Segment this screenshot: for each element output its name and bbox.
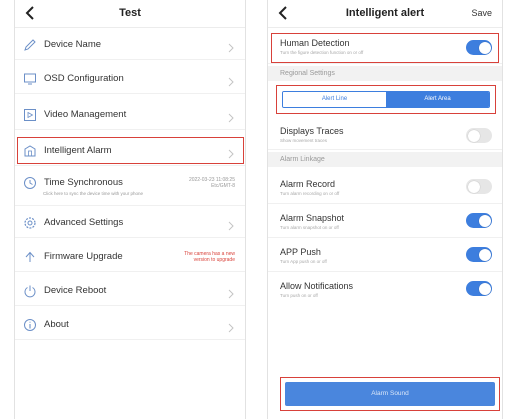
alarm-linkage-header: Alarm Linkage [268,152,502,167]
chevron-right-icon [228,286,234,298]
alarm-snapshot-row: Alarm Snapshot Turn alarm snapshot on or… [268,204,502,238]
clock-icon [23,176,37,190]
allow-notifications-label: Allow Notifications [280,281,354,291]
menu-item-video-management[interactable]: Video Management [15,100,245,130]
chevron-right-icon [228,40,234,52]
menu-item-device-name[interactable]: Device Name [15,30,245,60]
menu-item-label: Device Name [44,39,102,50]
menu-item-label: Device Reboot [44,285,107,296]
alarm-snapshot-hint: Turn alarm snapshot on or off [280,225,339,230]
gear-icon [23,216,37,230]
app-push-toggle[interactable] [466,247,492,262]
allow-notifications-toggle[interactable] [466,281,492,296]
alarm-snapshot-toggle[interactable] [466,213,492,228]
chevron-right-icon [228,320,234,332]
menu-item-label: Advanced Settings [44,217,124,228]
menu-item-time-synchronous[interactable]: Time Synchronous 2022-03-23 11:08:25 Etc… [15,168,245,206]
intelligent-alert-screen: Intelligent alert Save Human Detection T… [267,0,503,419]
menu-item-label: Video Management [44,109,127,120]
info-icon [23,318,37,332]
page-title: Test [119,7,141,19]
video-file-icon [23,108,37,122]
top-bar: Intelligent alert Save [268,0,502,28]
current-time: 2022-03-23 11:08:25 Etc/GMT-8 [189,177,235,189]
chevron-right-icon [228,218,234,230]
notice-line2: version to upgrade [193,257,235,263]
time-line2: Etc/GMT-8 [211,183,235,189]
pencil-icon [23,38,37,52]
menu-item-label: About [44,319,69,330]
highlight-box [276,85,496,114]
monitor-icon [23,72,37,86]
app-push-hint: Turn App push on or off [280,259,327,264]
displays-traces-hint: Show movement traces [280,138,328,143]
menu-item-osd-configuration[interactable]: OSD Configuration [15,64,245,94]
top-bar: Test [15,0,245,28]
regional-settings-header: Regional Settings [268,66,502,81]
chevron-right-icon [228,74,234,86]
displays-traces-label: Displays Traces [280,126,344,136]
allow-notifications-row: Allow Notifications Turn push on or off [268,272,502,306]
alarm-snapshot-label: Alarm Snapshot [280,213,345,223]
menu-item-about[interactable]: About [15,310,245,340]
upload-icon [23,250,37,264]
save-button[interactable]: Save [471,8,492,18]
app-push-label: APP Push [280,247,321,257]
app-push-row: APP Push Turn App push on or off [268,238,502,272]
power-icon [23,284,37,298]
time-sync-hint: Click here to sync the device time with … [43,191,144,196]
alarm-record-hint: Turn alarm recording on or off [280,191,340,196]
menu-item-device-reboot[interactable]: Device Reboot [15,276,245,306]
upgrade-notice: The camera has a new version to upgrade [184,251,235,263]
alarm-record-toggle[interactable] [466,179,492,194]
displays-traces-row: Displays Traces Show movement traces [268,120,502,150]
menu-item-label: OSD Configuration [44,73,124,84]
menu-item-firmware-upgrade[interactable]: Firmware Upgrade The camera has a new ve… [15,242,245,272]
displays-traces-toggle[interactable] [466,128,492,143]
allow-notifications-hint: Turn push on or off [280,293,318,298]
menu-item-advanced-settings[interactable]: Advanced Settings [15,208,245,238]
highlight-box [17,137,244,164]
alarm-record-row: Alarm Record Turn alarm recording on or … [268,170,502,204]
chevron-right-icon [228,110,234,122]
page-title: Intelligent alert [345,7,425,19]
highlight-box [271,33,499,63]
highlight-box [280,377,500,411]
alarm-record-label: Alarm Record [280,179,336,189]
device-settings-screen: Test Device Name OSD Configuration Video… [14,0,246,419]
